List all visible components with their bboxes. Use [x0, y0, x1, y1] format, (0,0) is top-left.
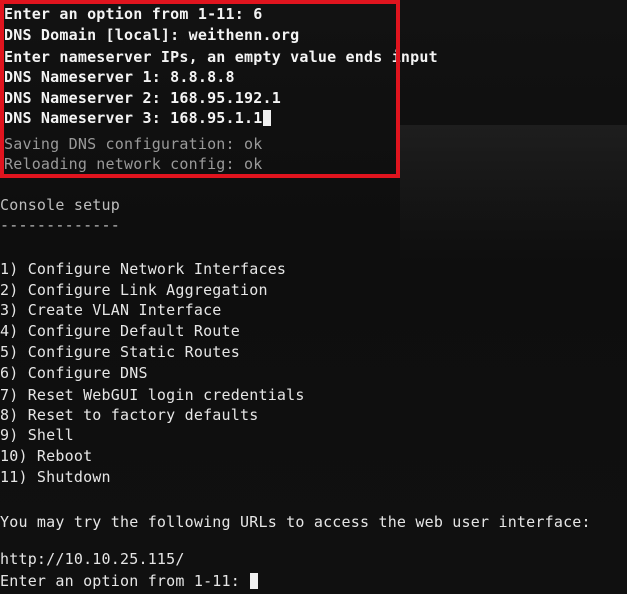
menu-item-reboot: 10) Reboot: [0, 447, 93, 465]
menu-item-reset-factory-defaults: 8) Reset to factory defaults: [0, 406, 259, 424]
terminal-screen[interactable]: Enter an option from 1-11: 6 DNS Domain …: [0, 0, 627, 594]
url-notice: You may try the following URLs to access…: [0, 513, 591, 531]
menu-item-reset-webgui-credentials: 7) Reset WebGUI login credentials: [0, 386, 305, 404]
console-title-underline: -------------: [0, 216, 120, 234]
menu-item-configure-link-aggregation: 2) Configure Link Aggregation: [0, 281, 268, 299]
menu-item-configure-static-routes: 5) Configure Static Routes: [0, 343, 240, 361]
menu-item-create-vlan-interface: 3) Create VLAN Interface: [0, 301, 222, 319]
menu-item-shutdown: 11) Shutdown: [0, 468, 111, 486]
input-cursor: [250, 573, 259, 589]
highlight-box: [0, 0, 400, 178]
console-title: Console setup: [0, 196, 120, 214]
final-prompt-row[interactable]: Enter an option from 1-11:: [0, 572, 259, 590]
menu-item-configure-network-interfaces: 1) Configure Network Interfaces: [0, 260, 287, 278]
menu-item-configure-default-route: 4) Configure Default Route: [0, 322, 240, 340]
menu-item-shell: 9) Shell: [0, 426, 74, 444]
menu-item-configure-dns: 6) Configure DNS: [0, 364, 148, 382]
screen-glare: [400, 125, 627, 265]
web-ui-url: http://10.10.25.115/: [0, 550, 185, 568]
final-prompt: Enter an option from 1-11:: [0, 572, 250, 590]
